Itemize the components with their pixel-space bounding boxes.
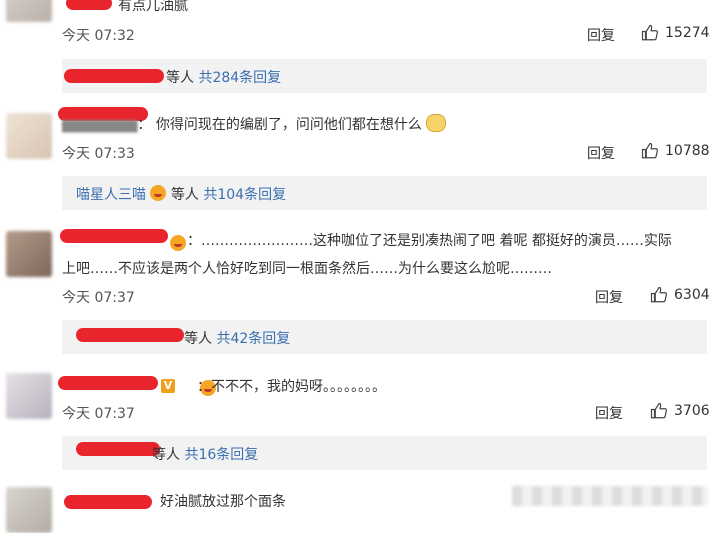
reply-button[interactable]: 回复 xyxy=(595,403,623,423)
colon: ： xyxy=(197,379,211,395)
redacted-username xyxy=(76,328,184,342)
reply-suffix: 等人 xyxy=(184,331,212,347)
vip-badge-icon: V xyxy=(161,379,175,393)
reply-summary-text: 喵星人三喵 等人 共104条回复 xyxy=(76,184,286,204)
like-button[interactable]: 3706 xyxy=(650,402,710,420)
avatar[interactable] xyxy=(6,113,52,159)
avatar[interactable] xyxy=(6,0,52,22)
emoji-icon xyxy=(150,185,167,201)
avatar[interactable] xyxy=(6,487,52,533)
thumbs-up-icon xyxy=(641,24,658,41)
comment-text: ：不不不，我的妈呀。。。。。。。。 xyxy=(197,376,386,398)
comment-time: 今天 07:32 xyxy=(62,28,135,44)
blurred-image xyxy=(512,486,708,506)
reply-button[interactable]: 回复 xyxy=(587,143,615,163)
redacted-username xyxy=(58,376,158,390)
avatar[interactable] xyxy=(6,231,52,277)
like-count: 10788 xyxy=(665,143,710,159)
thumbs-up-icon xyxy=(641,142,658,159)
blurred-username: ▆▆▆▆▆▆▆ xyxy=(62,117,138,133)
comment-time: 今天 07:33 xyxy=(62,146,135,162)
reply-username-link[interactable]: 喵星人三喵 xyxy=(76,187,146,203)
reply-button[interactable]: 回复 xyxy=(595,287,623,307)
colon: ： xyxy=(137,117,152,133)
comment-body: 你得问现在的编剧了，问问他们都在想什么 xyxy=(155,117,422,133)
reply-suffix: 等人 xyxy=(170,187,199,203)
reply-summary-text: 等人 共16条回复 xyxy=(152,444,258,464)
redacted-username xyxy=(60,229,168,243)
comment-text-line2: 上吧……不应该是两个人恰好吃到同一根面条然后……为什么要这么尬呢……… xyxy=(62,261,552,277)
reply-suffix: 等人 xyxy=(166,70,194,86)
reply-count-link[interactable]: 共42条回复 xyxy=(216,331,290,347)
thumbs-up-icon xyxy=(650,402,667,419)
redacted-username xyxy=(76,442,160,456)
like-count: 3706 xyxy=(674,403,710,419)
comment-text: 有点儿油腻 xyxy=(118,0,188,14)
redacted-username xyxy=(66,0,112,10)
redacted-username xyxy=(64,495,152,509)
redacted-username xyxy=(64,69,164,83)
reply-summary[interactable]: 等人 共16条回复 xyxy=(62,436,707,470)
reply-summary-text: 等人 共284条回复 xyxy=(166,67,281,87)
reply-count-link[interactable]: 共16条回复 xyxy=(184,447,258,463)
reply-button[interactable]: 回复 xyxy=(587,25,615,45)
thumbs-up-icon xyxy=(650,286,667,303)
reply-summary[interactable]: 等人 共42条回复 xyxy=(62,320,707,354)
avatar[interactable] xyxy=(6,373,52,419)
like-count: 15274 xyxy=(665,25,710,41)
reply-count-link[interactable]: 共104条回复 xyxy=(203,187,286,203)
reply-summary[interactable]: 等人 共284条回复 xyxy=(62,59,707,93)
cat-emoji-icon xyxy=(426,114,447,132)
comment-time: 今天 07:37 xyxy=(62,290,135,306)
reply-summary[interactable]: 喵星人三喵 等人 共104条回复 xyxy=(62,176,707,210)
comment-time: 今天 07:37 xyxy=(62,406,135,422)
like-button[interactable]: 10788 xyxy=(641,142,710,160)
like-count: 6304 xyxy=(674,287,710,303)
like-button[interactable]: 6304 xyxy=(650,286,710,304)
comment-text: ▆▆▆▆▆▆▆： 你得问现在的编剧了，问问他们都在想什么 xyxy=(62,114,447,136)
comment-text: 好油腻放过那个面条 xyxy=(160,494,286,510)
reply-summary-text: 等人 共42条回复 xyxy=(184,328,290,348)
comment-body: 不不不，我的妈呀。。。。。。。。 xyxy=(211,379,386,395)
like-button[interactable]: 15274 xyxy=(641,24,710,42)
reply-count-link[interactable]: 共284条回复 xyxy=(198,70,281,86)
reply-suffix: 等人 xyxy=(152,447,180,463)
comment-text: ：……………………这种咖位了还是别凑热闹了吧 着呢 都挺好的演员……实际 xyxy=(187,233,672,249)
emoji-icon xyxy=(170,235,186,251)
